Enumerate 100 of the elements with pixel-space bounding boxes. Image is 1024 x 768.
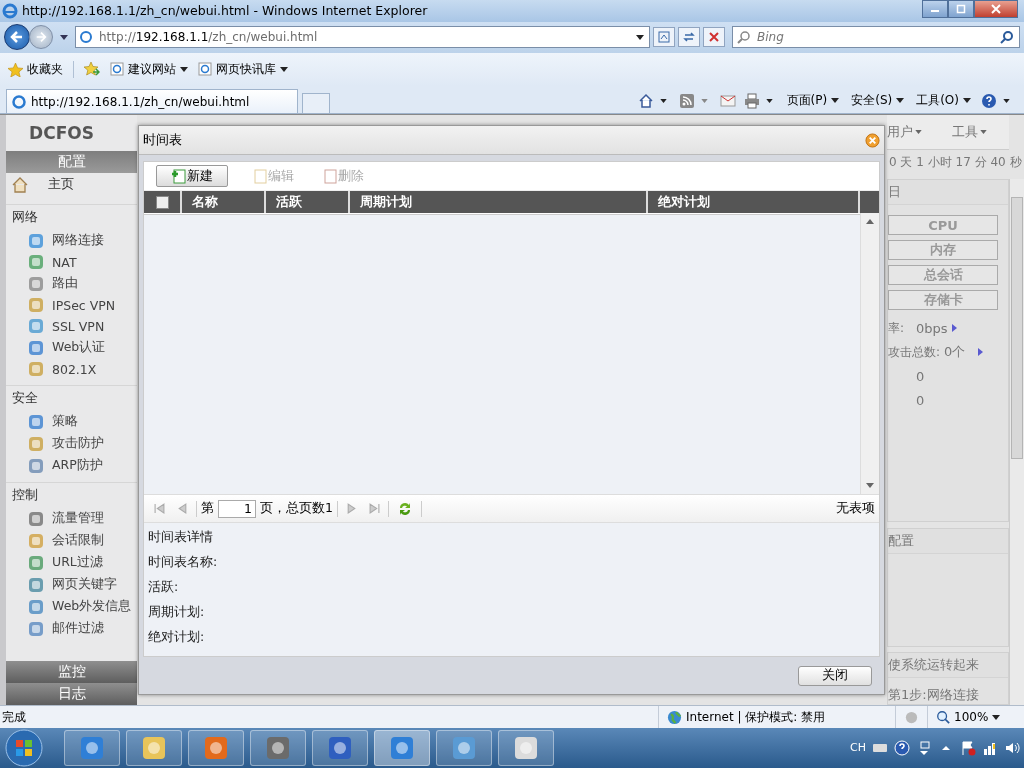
- sidebar-item[interactable]: IPSec VPN: [6, 295, 137, 317]
- column-header[interactable]: 绝对计划: [648, 191, 860, 214]
- sidebar-item[interactable]: 攻击防护: [6, 433, 137, 456]
- taskbar-button[interactable]: [188, 730, 244, 766]
- app-icon: [28, 510, 44, 527]
- last-page-icon[interactable]: [368, 503, 380, 515]
- maximize-button[interactable]: [948, 0, 974, 18]
- sidebar-item[interactable]: 主页: [6, 173, 137, 197]
- refresh-button[interactable]: [678, 27, 700, 48]
- feed-icon[interactable]: [678, 93, 695, 110]
- taskbar-button[interactable]: [64, 730, 120, 766]
- sidebar-item[interactable]: 网页关键字: [6, 574, 137, 597]
- sidebar-item[interactable]: ARP防护: [6, 455, 137, 478]
- sidebar-item[interactable]: 路由: [6, 273, 137, 296]
- app-icon: [28, 318, 44, 335]
- speaker-icon[interactable]: [1004, 740, 1020, 756]
- app-icon: [28, 435, 44, 452]
- caret-icon: [831, 98, 840, 104]
- browser-tab[interactable]: http://192.168.1.1/zh_cn/webui.html: [6, 89, 298, 114]
- caret-icon[interactable]: [765, 99, 773, 104]
- column-header[interactable]: 名称: [182, 191, 266, 214]
- stat-label: 攻击总数:: [888, 343, 941, 361]
- field-label: 绝对计划:: [148, 629, 206, 647]
- sidebar-item[interactable]: 会话限制: [6, 530, 137, 553]
- caret-icon[interactable]: [1003, 99, 1010, 104]
- dropdown-icon[interactable]: [60, 34, 68, 40]
- caret-icon: [180, 66, 188, 72]
- flag-icon[interactable]: [960, 740, 976, 756]
- stat-value: 0: [916, 392, 926, 408]
- close-button[interactable]: [974, 0, 1018, 18]
- checkbox[interactable]: [156, 195, 169, 209]
- sidebar-item[interactable]: Web认证: [6, 337, 137, 360]
- app-icon: [28, 275, 44, 292]
- sidebar-item[interactable]: SSL VPN: [6, 316, 137, 338]
- command-menu[interactable]: 页面(P): [786, 92, 840, 110]
- favorites-link[interactable]: 网页快讯库: [198, 60, 288, 78]
- sidebar-item[interactable]: 802.1X: [6, 359, 137, 381]
- taskbar-button[interactable]: [312, 730, 368, 766]
- column-header[interactable]: 活跃: [266, 191, 350, 214]
- accordion-header[interactable]: 监控: [6, 661, 137, 684]
- accordion-header[interactable]: 日志: [6, 683, 137, 706]
- search-field[interactable]: Bing: [732, 26, 1020, 49]
- sidebar-item[interactable]: NAT: [6, 252, 137, 274]
- app-icon: [28, 361, 44, 378]
- arrow-icon[interactable]: [951, 324, 957, 333]
- page-input[interactable]: 1: [218, 499, 256, 518]
- language-indicator[interactable]: CH: [850, 741, 866, 755]
- add-favorite-icon[interactable]: [84, 61, 100, 78]
- star-icon: [8, 61, 23, 77]
- command-menu[interactable]: 安全(S): [851, 92, 905, 110]
- sidebar-item[interactable]: Web外发信息: [6, 596, 137, 619]
- arrow-icon[interactable]: [978, 348, 984, 357]
- column-header[interactable]: 周期计划: [350, 191, 648, 214]
- caret-icon: [963, 98, 971, 104]
- close-button[interactable]: 关闭: [798, 665, 872, 686]
- sidebar-item[interactable]: URL过滤: [6, 552, 137, 575]
- network-icon[interactable]: [982, 740, 998, 756]
- scrollbar[interactable]: [1009, 179, 1024, 706]
- app-icon: [28, 232, 44, 249]
- scroll-up-icon[interactable]: [866, 219, 874, 225]
- sidebar-item[interactable]: 网络连接: [6, 230, 137, 253]
- sidebar-item[interactable]: 策略: [6, 411, 137, 434]
- group-label: 控制: [11, 487, 39, 505]
- stat-label: 率:: [888, 319, 906, 337]
- close-icon[interactable]: [865, 132, 880, 148]
- start-button[interactable]: [4, 728, 44, 768]
- taskbar-button[interactable]: [498, 730, 554, 766]
- favorites-link[interactable]: 建议网站: [110, 60, 188, 78]
- help-icon[interactable]: [981, 93, 997, 110]
- caret-icon[interactable]: [659, 99, 667, 104]
- toolbar-button[interactable]: 新建: [156, 165, 228, 188]
- taskbar-button[interactable]: [250, 730, 306, 766]
- back-button[interactable]: [4, 24, 30, 51]
- search-icon[interactable]: [1000, 30, 1014, 45]
- mail-icon[interactable]: [719, 93, 736, 110]
- security-zone[interactable]: Internet | 保护模式: 禁用: [658, 706, 895, 728]
- add-icon: [171, 168, 187, 185]
- sidebar-item[interactable]: 流量管理: [6, 508, 137, 531]
- help-icon[interactable]: [894, 740, 910, 756]
- zoom-button[interactable]: 100%: [927, 706, 1024, 728]
- home-icon[interactable]: [637, 93, 654, 110]
- app-icon: [28, 598, 44, 615]
- taskbar-button[interactable]: [436, 730, 492, 766]
- first-page-icon[interactable]: [154, 503, 165, 515]
- address-field[interactable]: http://192.168.1.1/zh_cn/webui.html: [75, 26, 650, 49]
- favorites-button[interactable]: 收藏夹: [8, 60, 74, 78]
- sidebar-item[interactable]: 邮件过滤: [6, 618, 137, 641]
- minimize-button[interactable]: [922, 0, 948, 18]
- globe-icon: [667, 709, 682, 725]
- menu-button[interactable]: 用户: [887, 123, 922, 142]
- menu-button[interactable]: 工具: [952, 123, 987, 142]
- taskbar-button[interactable]: [374, 730, 430, 766]
- taskbar-button[interactable]: [126, 730, 182, 766]
- caret-icon[interactable]: [636, 34, 644, 40]
- compatibility-button[interactable]: [653, 27, 675, 48]
- stop-button[interactable]: [703, 27, 725, 48]
- command-menu[interactable]: 工具(O): [916, 92, 971, 110]
- printer-icon[interactable]: [743, 93, 760, 110]
- scrollbar[interactable]: [860, 213, 879, 495]
- scroll-down-icon[interactable]: [866, 483, 874, 489]
